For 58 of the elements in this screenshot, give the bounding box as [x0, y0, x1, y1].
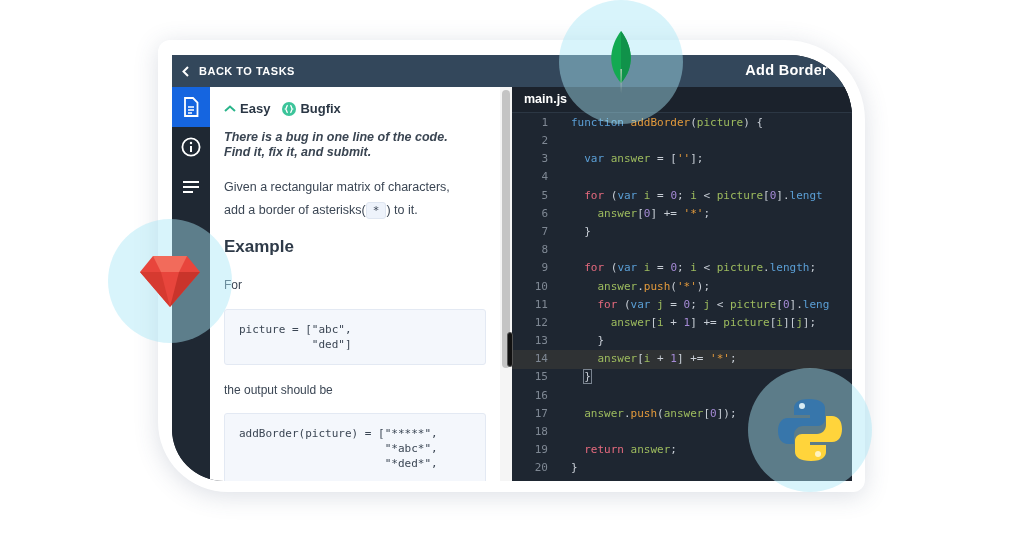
line-number: 8	[540, 242, 548, 259]
code-line: for (var i = 0; i < picture[0].lengt	[583, 187, 823, 204]
code-line: }	[583, 223, 591, 240]
code-line: function addBorder(picture) {	[571, 114, 764, 131]
line-number: 2	[540, 133, 548, 150]
chevron-up-icon	[224, 105, 236, 113]
description-text: Given a rectangular matrix of characters, add a border of asterisks( * ) to it.	[224, 178, 451, 221]
code-line: answer[i + 1] += picture[i][j];	[609, 314, 817, 331]
code-line: return answer;	[583, 442, 677, 459]
code-line: }	[571, 460, 578, 477]
resize-handle[interactable]	[507, 332, 513, 367]
line-number: 4	[540, 169, 548, 186]
line-number: 1	[540, 114, 548, 131]
line-number: 16	[533, 387, 548, 404]
line-number: 15	[533, 369, 548, 386]
difficulty-label: Easy	[240, 100, 271, 118]
line-number: 17	[533, 405, 548, 422]
code-line: for (var j = 0; j < picture[0].leng	[596, 296, 830, 313]
line-number: 7	[540, 223, 548, 240]
example-heading: Example	[224, 235, 295, 258]
line-number: 18	[533, 424, 548, 441]
scrollbar-thumb[interactable]	[502, 90, 510, 368]
line-number: 3	[540, 151, 548, 168]
lines-icon	[182, 181, 200, 193]
code-block: picture = ["abc", "ded"]	[224, 309, 486, 365]
line-number: 14	[533, 351, 548, 368]
instruction-text: Find it, fix it, and submit.	[224, 144, 373, 160]
instruction-text: There is a bug in one line of the code.	[224, 129, 449, 145]
code-line: for (var i = 0; i < picture.length;	[583, 260, 817, 277]
code-line: answer[i + 1] += '*';	[596, 351, 737, 368]
line-number: 10	[533, 278, 548, 295]
line-number: 13	[533, 333, 548, 350]
line-number: 12	[533, 314, 548, 331]
document-icon	[183, 97, 199, 117]
code-line: answer[0] += '*';	[596, 205, 711, 222]
line-number: 20	[533, 460, 548, 477]
braces-icon	[282, 101, 297, 116]
body-text: For	[224, 277, 243, 294]
line-number: 19	[533, 442, 548, 459]
code-line: answer.push(answer[0]);	[583, 405, 737, 422]
snakes-icon	[777, 397, 843, 463]
chevron-left-icon	[182, 65, 189, 77]
body-text: the output should be	[224, 382, 334, 399]
file-tab[interactable]: main.js	[512, 87, 580, 112]
code-line: var answer = [''];	[583, 151, 704, 168]
task-type-label: Bugfix	[300, 100, 341, 118]
code-block: addBorder(picture) = ["*****", "*abc*", "*ded*",	[224, 413, 486, 481]
info-icon	[181, 137, 201, 157]
back-button[interactable]: BACK TO TASKS	[182, 62, 295, 80]
code-line: answer.push('*');	[596, 278, 711, 295]
code-line: }	[583, 369, 591, 386]
line-number: 9	[540, 260, 548, 277]
code-line: }	[596, 333, 605, 350]
task-title: Add Border	[745, 61, 828, 81]
line-number: 11	[533, 296, 548, 313]
gem-icon	[139, 254, 201, 308]
line-number: 5	[540, 187, 548, 204]
line-number: 6	[540, 205, 548, 222]
